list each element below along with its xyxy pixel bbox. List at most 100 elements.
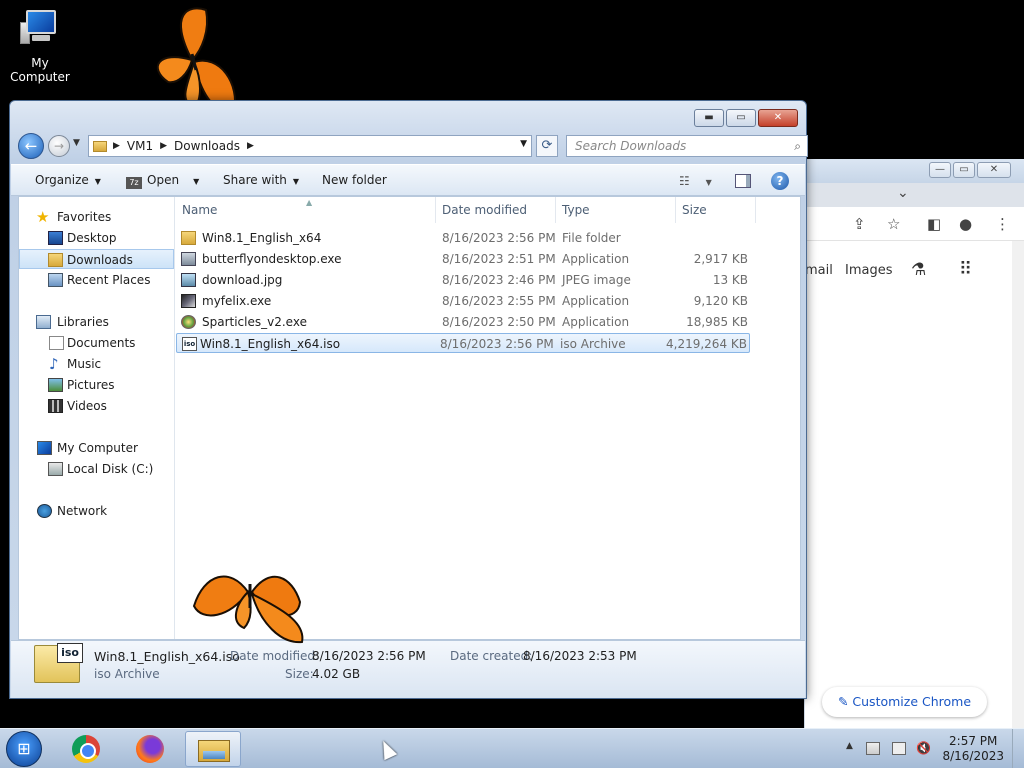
recent-pages-dropdown[interactable]: ▼: [73, 138, 80, 148]
nav-recent-places[interactable]: Recent Places: [19, 270, 174, 290]
details-created-value: 8/16/2023 2:53 PM: [523, 649, 637, 663]
firefox-icon: [136, 735, 164, 763]
close-button[interactable]: ✕: [758, 109, 798, 127]
gmail-link[interactable]: mail: [805, 263, 833, 278]
nav-downloads[interactable]: Downloads: [19, 249, 174, 269]
nav-documents[interactable]: Documents: [19, 333, 174, 353]
help-icon[interactable]: ?: [771, 172, 789, 190]
address-dropdown-icon[interactable]: ▼: [520, 139, 527, 149]
nav-libraries[interactable]: Libraries: [19, 312, 174, 332]
navigation-bar: ← → ▼ ▶ VM1 ▶ Downloads ▶ ▼ ⟳ Search Dow…: [18, 132, 808, 160]
apps-grid-icon[interactable]: ⠿: [959, 259, 972, 280]
chrome-close-button[interactable]: ✕: [977, 162, 1011, 178]
taskbar-explorer-button[interactable]: [185, 731, 241, 767]
details-modified-value: 8/16/2023 2:56 PM: [312, 649, 426, 663]
customize-chrome-button[interactable]: ✎ Customize Chrome: [822, 687, 987, 717]
breadcrumb-downloads[interactable]: Downloads: [169, 139, 245, 153]
show-hidden-icons-button[interactable]: ▲: [846, 741, 853, 751]
chrome-toolbar: ⇪ ☆ ◧ ● ⋮: [805, 207, 1024, 241]
chrome-maximize-button[interactable]: ▭: [953, 162, 975, 178]
details-size-label: Size:: [285, 667, 314, 681]
show-desktop-button[interactable]: [1012, 729, 1024, 768]
explorer-icon: [198, 740, 230, 762]
minimize-button[interactable]: ▬: [694, 109, 724, 127]
chrome-minimize-button[interactable]: —: [929, 162, 951, 178]
file-row[interactable]: download.jpg 8/16/2023 2:46 PM JPEG imag…: [176, 270, 750, 290]
start-button[interactable]: ⊞: [6, 731, 42, 767]
star-icon[interactable]: ☆: [887, 215, 900, 233]
taskbar: ⊞ ▲ 🔇 2:57 PM 8/16/2023: [0, 728, 1024, 768]
clock-date: 8/16/2023: [942, 749, 1004, 763]
chrome-scrollbar[interactable]: [1012, 241, 1024, 733]
column-header-type[interactable]: Type: [556, 197, 676, 223]
pencil-icon: ✎: [837, 694, 853, 709]
command-bar: Organize ▼ 7z Open ▼ Share with ▼ New folder…: [11, 164, 805, 196]
taskbar-firefox-button[interactable]: [122, 731, 178, 767]
recent-places-icon: [48, 273, 63, 287]
taskbar-chrome-button[interactable]: [58, 731, 114, 767]
chrome-tabbar: ⌄: [805, 183, 1024, 207]
nav-videos[interactable]: Videos: [19, 396, 174, 416]
file-row-selected[interactable]: iso Win8.1_English_x64.iso 8/16/2023 2:5…: [176, 333, 750, 353]
nav-music[interactable]: ♪ Music: [19, 354, 174, 374]
open-app-icon: 7z: [126, 177, 142, 189]
computer-icon: [37, 441, 52, 455]
chrome-window[interactable]: — ▭ ✕ ⌄ ⇪ ☆ ◧ ● ⋮ mail Images ⚗ ⠿ ✎ Cust…: [804, 159, 1024, 733]
desktop-icon: [48, 231, 63, 245]
folder-icon: [93, 140, 107, 152]
column-header-size[interactable]: Size: [676, 197, 756, 223]
clock[interactable]: 2:57 PM 8/16/2023: [942, 734, 1004, 764]
nav-pictures[interactable]: Pictures: [19, 375, 174, 395]
new-folder-button[interactable]: New folder: [322, 173, 387, 187]
chrome-titlebar: — ▭ ✕: [805, 159, 1024, 183]
content-area: ★ Favorites Desktop Downloads Recent Plac…: [18, 196, 801, 640]
nav-my-computer[interactable]: My Computer: [19, 438, 174, 458]
file-row[interactable]: butterflyondesktop.exe 8/16/2023 2:51 PM…: [176, 249, 750, 269]
action-center-icon[interactable]: [866, 742, 880, 755]
breadcrumb-arrow-icon[interactable]: ▶: [245, 141, 256, 151]
menu-icon[interactable]: ⋮: [995, 215, 1010, 233]
preview-pane-icon[interactable]: [735, 174, 751, 188]
details-filename: Win8.1_English_x64.iso: [94, 649, 240, 664]
maximize-button[interactable]: ▭: [726, 109, 756, 127]
back-button[interactable]: ←: [18, 133, 44, 159]
network-status-icon[interactable]: [892, 742, 906, 755]
profile-icon[interactable]: ●: [959, 215, 972, 233]
file-row[interactable]: myfelix.exe 8/16/2023 2:55 PM Applicatio…: [176, 291, 750, 311]
address-bar[interactable]: ▶ VM1 ▶ Downloads ▶ ▼: [88, 135, 532, 157]
disk-drive-icon: [48, 462, 63, 476]
nav-network[interactable]: Network: [19, 501, 174, 521]
open-button[interactable]: 7z Open ▼: [126, 173, 199, 189]
organize-button[interactable]: Organize ▼: [35, 173, 101, 187]
search-icon[interactable]: ⌕: [794, 136, 801, 156]
column-header-name[interactable]: Name ▲: [176, 197, 436, 223]
music-icon: ♪: [49, 355, 59, 373]
nav-favorites[interactable]: ★ Favorites: [19, 207, 174, 227]
images-link[interactable]: Images: [845, 263, 893, 278]
butterfly-icon: [192, 575, 304, 644]
breadcrumb-arrow-icon[interactable]: ▶: [111, 141, 122, 151]
window-controls: ▬ ▭ ✕: [694, 109, 798, 127]
file-row[interactable]: Win8.1_English_x64 8/16/2023 2:56 PM Fil…: [176, 228, 750, 248]
column-header-date[interactable]: Date modified: [436, 197, 556, 223]
refresh-button[interactable]: ⟳: [536, 135, 558, 157]
search-input[interactable]: Search Downloads ⌕: [566, 135, 808, 157]
nav-local-disk[interactable]: Local Disk (C:): [19, 459, 174, 479]
volume-muted-icon[interactable]: 🔇: [916, 742, 931, 755]
google-links: mail Images ⚗ ⠿: [805, 259, 1015, 289]
nav-desktop[interactable]: Desktop: [19, 228, 174, 248]
desktop-icon-my-computer[interactable]: My Computer: [0, 8, 80, 84]
chevron-down-icon[interactable]: ⌄: [897, 185, 909, 201]
breadcrumb-arrow-icon[interactable]: ▶: [158, 141, 169, 151]
share-with-button[interactable]: Share with ▼: [223, 173, 299, 187]
file-row[interactable]: Sparticles_v2.exe 8/16/2023 2:50 PM Appl…: [176, 312, 750, 332]
explorer-window[interactable]: ▬ ▭ ✕ ← → ▼ ▶ VM1 ▶ Downloads ▶ ▼ ⟳ Sear…: [9, 100, 808, 699]
side-panel-icon[interactable]: ◧: [927, 215, 941, 233]
breadcrumb-vm1[interactable]: VM1: [122, 139, 158, 153]
details-size-value: 4.02 GB: [312, 667, 361, 681]
share-icon[interactable]: ⇪: [853, 215, 866, 233]
labs-icon[interactable]: ⚗: [911, 260, 926, 280]
forward-button[interactable]: →: [48, 135, 70, 157]
view-options-icon[interactable]: ☷ ▼: [679, 174, 712, 188]
application-icon: [181, 252, 196, 266]
